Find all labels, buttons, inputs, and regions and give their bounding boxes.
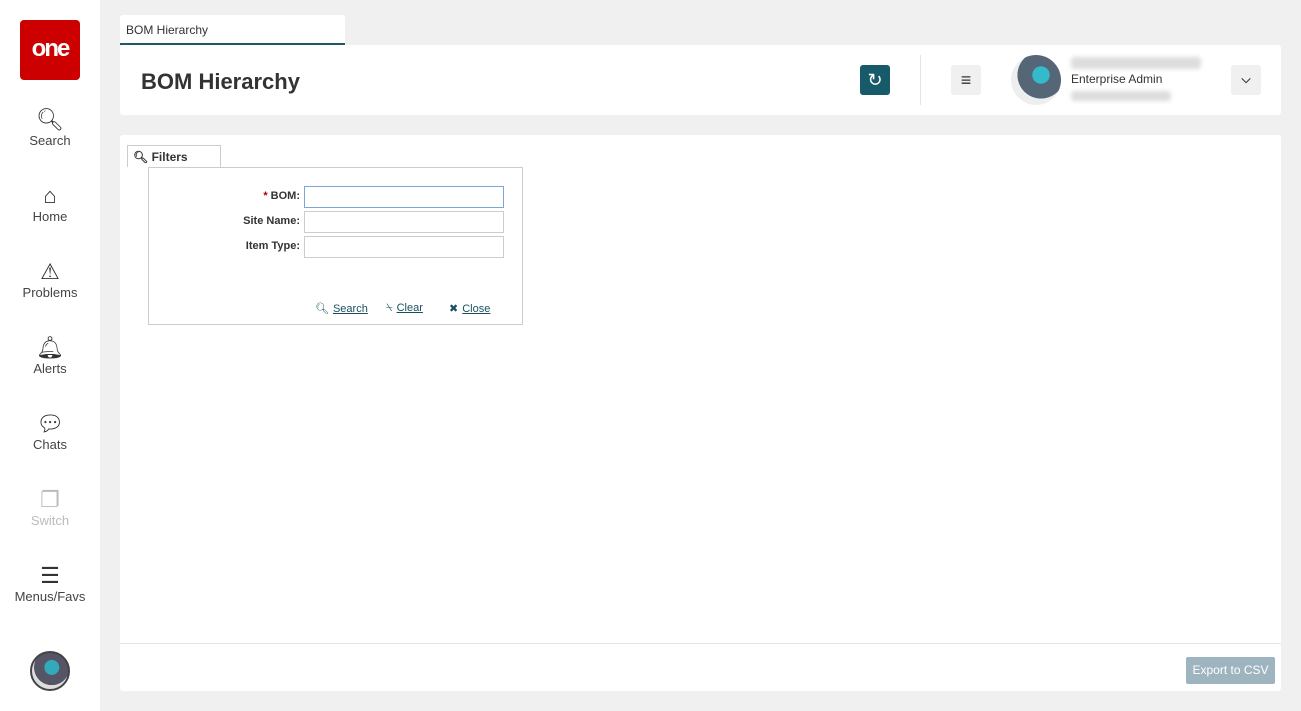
nav-label: Alerts	[33, 361, 67, 376]
sidebar: one 🔍︎ Search ⌂ Home ⚠︎ Problems 🔔︎ Alerts 💬…	[0, 0, 100, 711]
filters-panel: * BOM: Site Name: Item Type: 🔍︎ Search ⍀ C…	[148, 167, 523, 325]
user-org-redacted	[1071, 91, 1171, 101]
app-logo[interactable]: one	[20, 20, 80, 80]
divider	[920, 55, 921, 105]
menu-icon: ☰	[40, 563, 60, 588]
nav-problems[interactable]: ⚠︎ Problems	[0, 259, 100, 300]
nav-alerts[interactable]: 🔔︎ Alerts	[0, 335, 100, 376]
menu-icon: ≡	[960, 70, 972, 90]
site-name-input[interactable]	[304, 211, 504, 233]
bom-label: * BOM:	[263, 190, 300, 202]
filters-tab-label: Filters	[151, 150, 188, 164]
nav-menus-favs[interactable]: ☰ Menus/Favs	[0, 563, 100, 604]
nav-search[interactable]: 🔍︎ Search	[0, 107, 100, 148]
search-icon: 🔍︎	[315, 303, 329, 315]
nav-chats[interactable]: 💬︎ Chats	[0, 411, 100, 452]
required-marker: *	[263, 190, 268, 202]
home-icon: ⌂	[43, 183, 57, 208]
clear-link-text[interactable]: Clear	[397, 302, 423, 314]
user-avatar[interactable]	[1011, 55, 1061, 105]
close-link[interactable]: ✖ Close	[449, 302, 490, 315]
search-icon: 🔍︎	[36, 107, 64, 132]
refresh-icon: ↻	[867, 70, 883, 90]
user-name-redacted	[1071, 57, 1201, 69]
chevron-down-icon: ⌵	[1241, 72, 1251, 86]
nav-label: Chats	[33, 437, 67, 452]
footer-divider	[120, 643, 1281, 644]
refresh-button[interactable]: ↻	[860, 65, 890, 95]
page-header: BOM Hierarchy ↻ ≡ Enterprise Admin ⌵	[120, 45, 1281, 115]
broom-icon: ⍀	[386, 302, 393, 314]
page-title: BOM Hierarchy	[141, 69, 300, 94]
search-link[interactable]: 🔍︎ Search	[315, 302, 368, 315]
main-panel: 🔍︎ Filters * BOM: Site Name: Item Type: …	[120, 135, 1281, 691]
clear-link[interactable]: ⍀ Clear	[386, 302, 423, 315]
nav-label: Menus/Favs	[14, 589, 86, 604]
search-icon: 🔍︎	[133, 150, 149, 164]
nav-switch: ❐ Switch	[0, 487, 100, 528]
nav-label: Problems	[22, 285, 78, 300]
nav-label: Search	[29, 133, 71, 148]
item-type-input[interactable]	[304, 236, 504, 258]
user-role: Enterprise Admin	[1071, 72, 1163, 86]
close-link-text[interactable]: Close	[462, 303, 490, 315]
bom-label-text: BOM:	[270, 190, 300, 202]
filters-tab[interactable]: 🔍︎ Filters	[127, 145, 221, 167]
user-dropdown-button[interactable]: ⌵	[1231, 65, 1261, 95]
nav-label: Switch	[30, 513, 70, 528]
nav-label: Home	[32, 209, 68, 224]
chat-icon: 💬︎	[36, 411, 64, 436]
warning-icon: ⚠︎	[40, 259, 60, 284]
user-avatar-sidebar[interactable]	[30, 651, 70, 691]
nav-home[interactable]: ⌂ Home	[0, 183, 100, 224]
bell-icon: 🔔︎	[36, 335, 64, 360]
close-icon: ✖	[449, 303, 459, 315]
export-csv-button[interactable]: Export to CSV	[1186, 657, 1275, 684]
switch-icon: ❐	[40, 487, 60, 512]
page-menu-button[interactable]: ≡	[951, 65, 981, 95]
site-name-label: Site Name:	[243, 215, 300, 227]
search-link-text[interactable]: Search	[333, 303, 368, 315]
bom-input[interactable]	[304, 186, 504, 208]
item-type-label: Item Type:	[245, 240, 300, 252]
tab-bom-hierarchy[interactable]: BOM Hierarchy	[120, 15, 345, 45]
